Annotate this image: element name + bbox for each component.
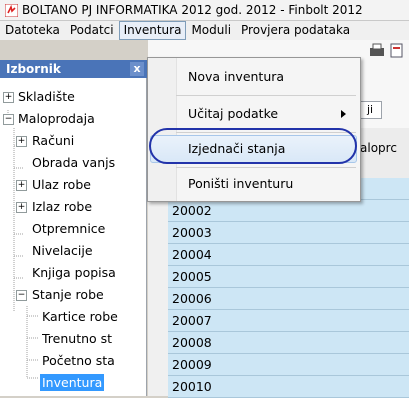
app-icon — [4, 3, 18, 17]
table-row[interactable]: 20003 — [168, 222, 409, 244]
title-bar: BOLTANO PJ INFORMATIKA 2012 god. 2012 - … — [0, 0, 409, 21]
menu-separator — [176, 95, 356, 96]
menu-item-nova-inventura[interactable]: Nova inventura — [148, 64, 360, 90]
tree-item-trenutno-stanje[interactable]: Trenutno st — [42, 328, 146, 350]
tree-item-label: Nivelacije — [32, 243, 93, 258]
tree-item-label: Stanje robe — [32, 287, 104, 302]
tree-item-knjiga-popisa[interactable]: Knjiga popisa — [32, 262, 116, 284]
tree-item-pocetno-stanje[interactable]: Početno sta — [42, 350, 146, 372]
sidebar-title: Izbornik — [6, 62, 61, 76]
expand-icon[interactable]: + — [16, 136, 27, 147]
tree-item-label: Otpremnice — [32, 221, 106, 236]
tree-item-label: Izlaz robe — [32, 199, 93, 214]
table-row[interactable]: 20006 — [168, 288, 409, 310]
print-icon — [370, 43, 384, 56]
menu-provjera-podataka[interactable]: Provjera podataka — [236, 22, 355, 39]
menu-moduli[interactable]: Moduli — [186, 22, 236, 39]
menu-item-ponisti-inventuru[interactable]: Poništi inventuru — [148, 171, 360, 197]
tree-item-racuni[interactable]: Računi — [32, 130, 74, 152]
tree-item-skladiste[interactable]: Skladište — [18, 86, 75, 108]
tree-item-obrada-vanjs[interactable]: Obrada vanjs — [32, 152, 115, 174]
column-header: aloprc — [360, 141, 397, 155]
table-row[interactable]: 20004 — [168, 244, 409, 266]
tree-item-otpremnice[interactable]: Otpremnice — [32, 218, 105, 240]
table-row[interactable]: 20002 — [168, 200, 409, 222]
tree-item-label: Obrada vanjs — [32, 155, 116, 170]
tree-item-label: Inventura — [40, 374, 105, 391]
menu-datoteka[interactable]: Datoteka — [0, 22, 65, 39]
tree-item-kartice-robe[interactable]: Kartice robe — [42, 306, 146, 328]
expand-icon[interactable]: + — [3, 92, 14, 103]
close-icon[interactable]: x — [130, 62, 144, 76]
tree-item-label: Knjiga popisa — [32, 265, 116, 280]
menu-podatci[interactable]: Podatci — [65, 22, 119, 39]
window-title: BOLTANO PJ INFORMATIKA 2012 god. 2012 - … — [22, 3, 363, 17]
tree-item-inventura[interactable]: Inventura — [40, 372, 105, 394]
table-row[interactable]: 20010 — [168, 376, 409, 398]
menu-bar: Datoteka Podatci Inventura Moduli Provje… — [0, 21, 409, 40]
tree-item-label: Kartice robe — [42, 309, 118, 324]
tree-item-label: Početno sta — [42, 353, 115, 368]
menu-inventura[interactable]: Inventura — [118, 21, 187, 40]
table-row[interactable]: 20008 — [168, 332, 409, 354]
sidebar-header: Izbornik x — [0, 60, 147, 78]
expand-icon[interactable]: + — [16, 180, 27, 191]
highlight-annotation — [149, 128, 357, 164]
tree-item-label: Maloprodaja — [18, 111, 95, 126]
row-gutter — [148, 178, 169, 396]
menu-item-label: Učitaj podatke — [188, 106, 279, 121]
toolbar — [365, 42, 409, 60]
tree-item-label: Ulaz robe — [32, 177, 91, 192]
tree-item-label: Trenutno st — [42, 331, 113, 346]
tree-item-label: Skladište — [18, 89, 75, 104]
tree-item-label: Računi — [32, 133, 75, 148]
table-row[interactable]: 20009 — [168, 354, 409, 376]
collapse-icon[interactable]: − — [3, 114, 14, 125]
menu-item-ucitaj-podatke[interactable]: Učitaj podatke — [148, 101, 360, 127]
menu-separator — [176, 167, 356, 168]
tree-item-nivelacije[interactable]: Nivelacije — [32, 240, 93, 262]
table-row[interactable]: 20007 — [168, 310, 409, 332]
expand-icon[interactable]: + — [16, 202, 27, 213]
collapse-icon[interactable]: − — [16, 290, 27, 301]
menu-item-label: Poništi inventuru — [188, 176, 294, 191]
tree-item-ulaz-robe[interactable]: Ulaz robe — [32, 174, 91, 196]
tree-item-maloprodaja[interactable]: Maloprodaja — [18, 108, 95, 130]
menu-item-label: Nova inventura — [188, 69, 285, 84]
submenu-arrow-icon — [341, 110, 346, 118]
tree-item-izlaz-robe[interactable]: Izlaz robe — [32, 196, 92, 218]
tree-item-stanje-robe[interactable]: Stanje robe — [32, 284, 104, 306]
tab[interactable]: ji — [358, 101, 382, 119]
table-row[interactable]: 20005 — [168, 266, 409, 288]
